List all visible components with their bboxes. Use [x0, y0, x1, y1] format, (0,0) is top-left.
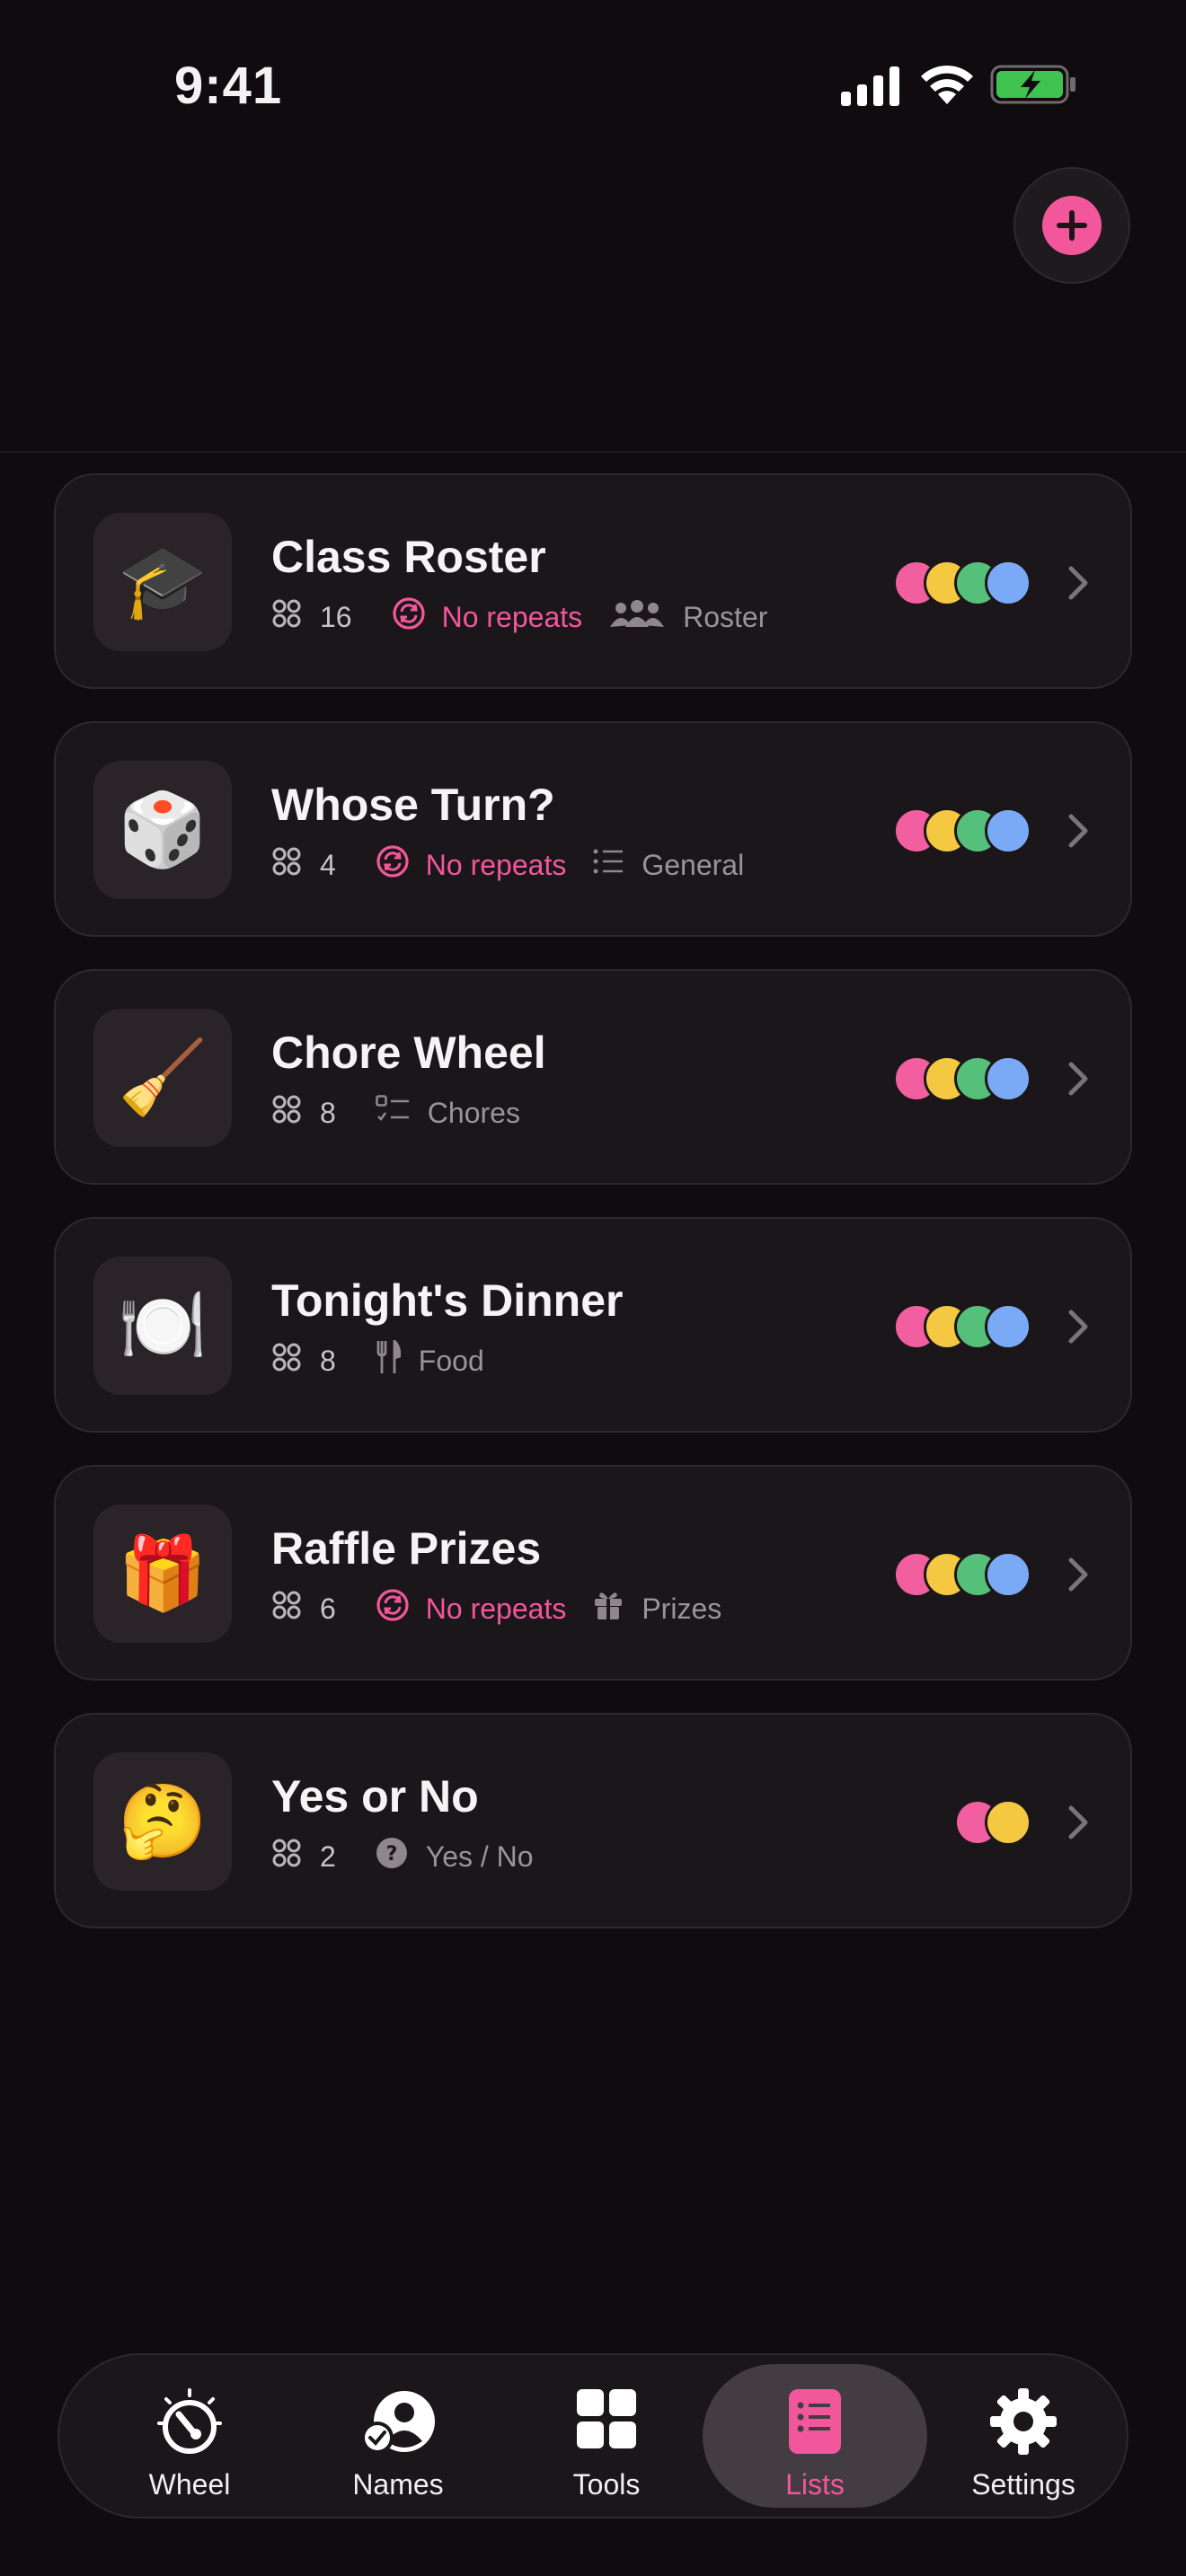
- fork-knife-icon: [376, 1338, 402, 1381]
- tab-label: Lists: [785, 2468, 845, 2501]
- color-dots: [893, 560, 1031, 606]
- item-count: 2: [320, 1839, 336, 1873]
- color-dot: [985, 1799, 1031, 1846]
- chevron-right-icon: [1068, 1062, 1088, 1096]
- thinking-face-icon: 🤔: [93, 1752, 232, 1891]
- list-meta: 4 No repeats General: [271, 845, 744, 885]
- checklist-icon: [375, 1095, 410, 1131]
- add-list-button[interactable]: [1013, 167, 1130, 284]
- no-repeat-icon: [376, 844, 410, 886]
- category-label: Yes / No: [425, 1839, 534, 1873]
- category-label: Roster: [683, 600, 768, 633]
- chevron-right-icon: [1068, 566, 1088, 600]
- plate-icon: 🍽️: [93, 1257, 232, 1395]
- lists-container: 🎓 Class Roster 16 No repeats Roster 🎲 Wh…: [54, 473, 1132, 1961]
- repeat-label: No repeats: [441, 600, 583, 633]
- battery-charging-icon: [990, 65, 1075, 104]
- chevron-right-icon: [1068, 814, 1088, 848]
- item-count-icon: [271, 846, 302, 884]
- color-dot: [985, 1055, 1031, 1102]
- list-card[interactable]: 🎲 Whose Turn? 4 No repeats General: [54, 721, 1132, 937]
- gift-icon: [593, 1590, 624, 1628]
- svg-text:?: ?: [385, 1843, 397, 1866]
- item-count: 16: [320, 600, 352, 633]
- color-dot: [985, 560, 1031, 606]
- status-bar: 9:41: [0, 0, 1186, 171]
- color-dots: [893, 1551, 1031, 1598]
- list-card[interactable]: 🤔 Yes or No 2 ? Yes / No: [54, 1713, 1132, 1928]
- list-card[interactable]: 🍽️ Tonight's Dinner 8 Food: [54, 1217, 1132, 1433]
- list-card[interactable]: 🧹 Chore Wheel 8 Chores: [54, 969, 1132, 1185]
- category-label: Prizes: [642, 1592, 722, 1625]
- color-dots: [893, 807, 1031, 854]
- tab-settings[interactable]: Settings: [911, 2364, 1136, 2508]
- list-title: Tonight's Dinner: [271, 1275, 624, 1326]
- item-count-icon: [271, 1838, 302, 1875]
- graduation-cap-icon: 🎓: [93, 513, 232, 651]
- category-label: Chores: [427, 1096, 520, 1129]
- list-meta: 6 No repeats Prizes: [271, 1589, 721, 1628]
- tab-label: Wheel: [148, 2468, 231, 2501]
- list-title: Raffle Prizes: [271, 1523, 542, 1574]
- list-title: Yes or No: [271, 1771, 479, 1822]
- tools-grid-icon: [494, 2387, 719, 2450]
- list-meta: 16 No repeats Roster: [271, 597, 767, 637]
- item-count: 4: [320, 848, 336, 881]
- tab-label: Names: [352, 2468, 444, 2501]
- item-count-icon: [271, 1342, 302, 1380]
- tab-tools[interactable]: Tools: [494, 2364, 719, 2508]
- gift-emoji-icon: 🎁: [93, 1504, 232, 1643]
- broom-icon: 🧹: [93, 1009, 232, 1147]
- no-repeat-icon: [376, 1588, 410, 1629]
- list-meta: 2 ? Yes / No: [271, 1837, 534, 1876]
- item-count: 6: [320, 1592, 336, 1625]
- plus-icon: [1042, 196, 1102, 255]
- list-title: Whose Turn?: [271, 780, 555, 830]
- wifi-icon: [921, 65, 973, 104]
- names-icon: [286, 2387, 510, 2456]
- lists-icon: [703, 2387, 927, 2456]
- item-count-icon: [271, 1094, 302, 1132]
- list-title: Chore Wheel: [271, 1028, 546, 1078]
- color-dots: [954, 1799, 1031, 1846]
- category-label: General: [642, 848, 745, 881]
- tab-lists[interactable]: Lists: [703, 2364, 927, 2508]
- header-divider: [0, 451, 1186, 453]
- item-count-icon: [271, 1590, 302, 1628]
- tab-bar: Wheel Names Tools Lists Settings: [58, 2353, 1128, 2519]
- people-icon: [609, 598, 665, 636]
- cellular-signal-icon: [841, 66, 899, 106]
- item-count: 8: [320, 1344, 336, 1377]
- dice-icon: 🎲: [93, 761, 232, 899]
- list-icon: [593, 848, 624, 882]
- chevron-right-icon: [1068, 1310, 1088, 1344]
- repeat-label: No repeats: [425, 848, 567, 881]
- chevron-right-icon: [1068, 1557, 1088, 1592]
- tab-label: Settings: [971, 2468, 1075, 2501]
- color-dot: [985, 1303, 1031, 1350]
- tab-label: Tools: [572, 2468, 641, 2501]
- tab-names[interactable]: Names: [286, 2364, 510, 2508]
- color-dot: [985, 807, 1031, 854]
- color-dot: [985, 1551, 1031, 1598]
- chevron-right-icon: [1068, 1805, 1088, 1839]
- list-card[interactable]: 🎁 Raffle Prizes 6 No repeats Prizes: [54, 1465, 1132, 1681]
- list-meta: 8 Food: [271, 1338, 484, 1381]
- item-count: 8: [320, 1096, 336, 1129]
- repeat-label: No repeats: [425, 1592, 567, 1625]
- tab-wheel[interactable]: Wheel: [77, 2364, 302, 2508]
- category-label: Food: [418, 1344, 484, 1377]
- wheel-icon: [77, 2387, 302, 2456]
- color-dots: [893, 1055, 1031, 1102]
- list-meta: 8 Chores: [271, 1093, 520, 1133]
- color-dots: [893, 1303, 1031, 1350]
- question-icon: ?: [376, 1837, 408, 1876]
- item-count-icon: [271, 598, 302, 636]
- no-repeat-icon: [392, 596, 426, 638]
- status-time: 9:41: [174, 57, 283, 115]
- list-card[interactable]: 🎓 Class Roster 16 No repeats Roster: [54, 473, 1132, 689]
- list-title: Class Roster: [271, 532, 546, 582]
- gear-icon: [911, 2387, 1136, 2456]
